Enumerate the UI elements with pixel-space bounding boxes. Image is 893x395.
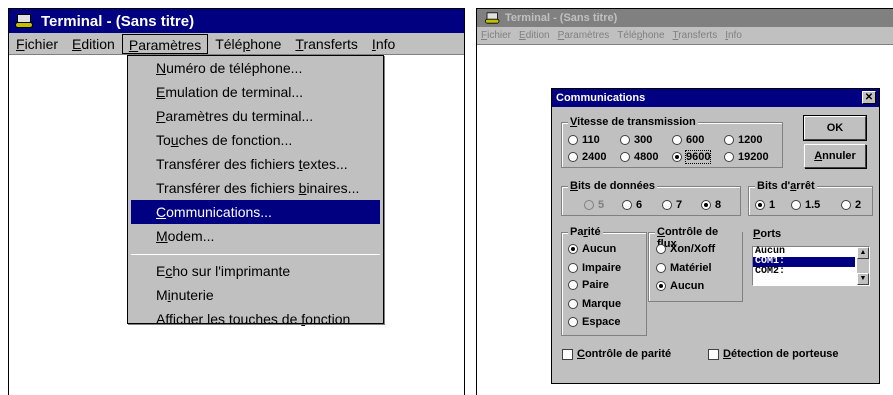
menu-item-parametres-terminal[interactable]: Paramètres du terminal... xyxy=(128,104,383,128)
port-item-com2[interactable]: COM2: xyxy=(753,267,869,277)
ports-scrollbar[interactable]: ▲ ▼ xyxy=(857,247,869,285)
menu-telephone[interactable]: Téléphone xyxy=(208,34,288,54)
menu-edition[interactable]: Edition xyxy=(515,28,554,44)
data-bits-6-radio[interactable]: 6 xyxy=(622,199,642,211)
stop-bits-group: Bits d'arrêt 1 1.5 2 xyxy=(748,180,873,216)
menu-transferts[interactable]: Transferts xyxy=(288,34,365,54)
menu-item-touches-fonction[interactable]: Touches de fonction... xyxy=(128,128,383,152)
baud-2400-radio[interactable]: 2400 xyxy=(568,151,606,163)
parity-espace-radio[interactable]: Espace xyxy=(568,316,621,328)
menu-item-modem[interactable]: Modem... xyxy=(128,224,383,248)
window-title: Terminal - (Sans titre) xyxy=(41,12,195,30)
menu-parametres[interactable]: Paramètres xyxy=(554,28,614,44)
menu-info[interactable]: Info xyxy=(721,28,746,44)
data-bits-group: Bits de données 5 6 7 8 xyxy=(561,180,741,216)
parity-marque-radio[interactable]: Marque xyxy=(568,298,621,310)
menu-item-transferer-textes[interactable]: Transférer des fichiers textes... xyxy=(128,152,383,176)
menu-bar: Fichier Edition Paramètres Téléphone Tra… xyxy=(477,27,893,45)
flow-materiel-radio[interactable]: Matériel xyxy=(656,262,712,274)
stop-bits-1-radio[interactable]: 1 xyxy=(755,199,775,211)
window-title: Terminal - (Sans titre) xyxy=(505,12,618,24)
parity-label: Parité xyxy=(568,226,603,238)
cancel-button[interactable]: Annuler xyxy=(804,144,866,168)
baud-300-radio[interactable]: 300 xyxy=(620,134,652,146)
baud-rate-label: Vitesse de transmission xyxy=(568,116,698,128)
menu-parametres[interactable]: Paramètres xyxy=(121,33,209,54)
scroll-up-arrow-icon[interactable]: ▲ xyxy=(857,247,869,259)
baud-1200-radio[interactable]: 1200 xyxy=(724,134,762,146)
menu-item-emulation-terminal[interactable]: Emulation de terminal... xyxy=(128,80,383,104)
baud-110-radio[interactable]: 110 xyxy=(568,134,600,146)
scroll-down-arrow-icon[interactable]: ▼ xyxy=(857,273,869,285)
stop-bits-1-5-radio[interactable]: 1.5 xyxy=(791,199,820,211)
communications-dialog: Communications ✕ Vitesse de transmission… xyxy=(551,88,880,384)
flow-xon-xoff-radio[interactable]: Xon/Xoff xyxy=(656,243,715,255)
stop-bits-label: Bits d'arrêt xyxy=(755,180,817,192)
baud-4800-radio[interactable]: 4800 xyxy=(620,151,658,163)
menu-separator xyxy=(131,254,380,255)
menu-item-numero-telephone[interactable]: Numéro de téléphone... xyxy=(128,56,383,80)
menu-item-transferer-binaires[interactable]: Transférer des fichiers binaires... xyxy=(128,176,383,200)
menu-item-echo-imprimante[interactable]: Echo sur l'imprimante xyxy=(128,259,383,283)
menu-telephone[interactable]: Téléphone xyxy=(613,28,668,44)
menu-edition[interactable]: Edition xyxy=(65,34,122,54)
parity-impaire-radio[interactable]: Impaire xyxy=(568,262,621,274)
menu-item-communications[interactable]: Communications... xyxy=(131,200,380,224)
ports-listbox[interactable]: Aucun COM1: COM2: ▲ ▼ xyxy=(752,246,870,286)
data-bits-label: Bits de données xyxy=(568,180,657,192)
parity-aucun-radio[interactable]: Aucun xyxy=(568,243,616,255)
stop-bits-2-radio[interactable]: 2 xyxy=(841,199,861,211)
flow-control-group: Contrôle de flux Xon/Xoff Matériel Aucun xyxy=(648,226,743,302)
data-bits-5-radio[interactable]: 5 xyxy=(584,199,604,211)
menu-transferts[interactable]: Transferts xyxy=(669,28,722,44)
dialog-title: Communications xyxy=(556,92,646,104)
terminal-app-icon xyxy=(485,12,501,25)
close-icon[interactable]: ✕ xyxy=(862,91,876,104)
menu-fichier[interactable]: Fichier xyxy=(477,28,515,44)
menu-fichier[interactable]: Fichier xyxy=(9,34,65,54)
ports-label: Ports xyxy=(753,228,782,240)
parity-paire-radio[interactable]: Paire xyxy=(568,279,609,291)
menu-info[interactable]: Info xyxy=(365,34,402,54)
baud-19200-radio[interactable]: 19200 xyxy=(724,151,769,163)
parity-group: Parité Aucun Impaire Paire Marque Espace xyxy=(561,226,647,336)
menu-bar: Fichier Edition Paramètres Téléphone Tra… xyxy=(9,33,464,55)
parity-check-checkbox[interactable]: Contrôle de parité xyxy=(562,348,671,360)
parametres-dropdown-menu: Numéro de téléphone... Emulation de term… xyxy=(127,55,384,327)
terminal-app-icon xyxy=(15,13,35,29)
dialog-title-bar[interactable]: Communications ✕ xyxy=(552,89,879,107)
baud-rate-group: Vitesse de transmission 110 300 600 1200… xyxy=(561,116,783,168)
menu-item-afficher-touches[interactable]: Afficher les touches de fonction xyxy=(128,307,383,331)
flow-aucun-radio[interactable]: Aucun xyxy=(656,280,704,292)
title-bar[interactable]: Terminal - (Sans titre) xyxy=(9,9,464,33)
baud-9600-radio[interactable]: 9600 xyxy=(672,150,712,164)
menu-item-minuterie[interactable]: Minuterie xyxy=(128,283,383,307)
carrier-detect-checkbox[interactable]: Détection de porteuse xyxy=(708,348,839,360)
ok-button[interactable]: OK xyxy=(803,115,867,141)
title-bar-inactive[interactable]: Terminal - (Sans titre) xyxy=(477,9,893,27)
baud-600-radio[interactable]: 600 xyxy=(672,134,704,146)
data-bits-7-radio[interactable]: 7 xyxy=(662,199,682,211)
data-bits-8-radio[interactable]: 8 xyxy=(701,199,721,211)
